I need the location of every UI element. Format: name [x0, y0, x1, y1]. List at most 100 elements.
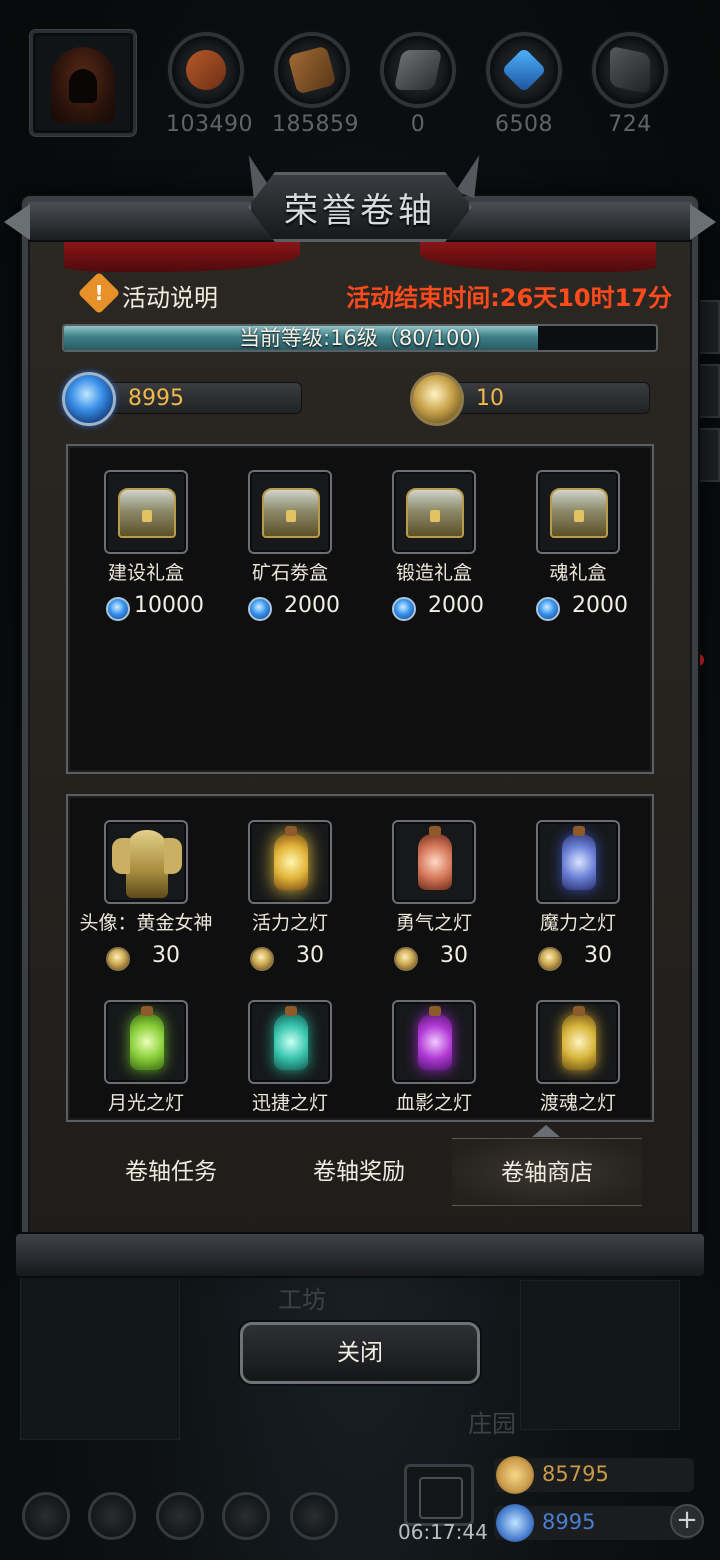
background-building	[520, 1280, 680, 1430]
resource-value: 0	[410, 112, 426, 137]
item-frame	[104, 470, 188, 554]
map-icon[interactable]	[290, 1492, 338, 1540]
item-price-value: 2000	[572, 593, 628, 618]
add-icon[interactable]: +	[670, 1504, 704, 1538]
shop-item[interactable]: 勇气之灯 30	[362, 820, 506, 973]
shop-item[interactable]: 迅捷之灯	[218, 1000, 362, 1115]
shop-item[interactable]: 月光之灯	[74, 1000, 218, 1115]
item-price-value: 10000	[134, 593, 204, 618]
shop-item[interactable]: 魔力之灯 30	[506, 820, 650, 973]
resource-bar: 103490 185859 0 6508 724	[0, 28, 720, 140]
gem-icon	[496, 1504, 534, 1542]
iron-ingot-icon	[393, 50, 443, 90]
item-price: 30	[218, 943, 362, 973]
item-price-value: 30	[152, 943, 180, 968]
stone-slab-icon	[610, 45, 650, 95]
item-name: 迅捷之灯	[251, 1092, 328, 1114]
cyan-lantern-icon	[274, 1006, 308, 1070]
event-end-time: 活动结束时间:26天10时17分	[346, 284, 672, 312]
item-frame	[392, 470, 476, 554]
resource-plank[interactable]: 185859	[272, 32, 358, 137]
red-curtain	[420, 242, 656, 272]
resource-value: 724	[608, 112, 652, 137]
item-price: 2000	[218, 593, 362, 623]
gift-box-item[interactable]: 建设礼盒 10000	[74, 470, 218, 623]
shop-item[interactable]: 活力之灯 30	[218, 820, 362, 973]
shop-item[interactable]: 头像：黄金女神 30	[74, 820, 218, 973]
item-frame	[392, 820, 476, 904]
side-tab[interactable]	[696, 300, 720, 354]
item-price-value: 2000	[428, 593, 484, 618]
side-tab[interactable]	[696, 428, 720, 482]
building-icon[interactable]	[156, 1492, 204, 1540]
item-frame	[536, 470, 620, 554]
side-tab[interactable]	[696, 364, 720, 418]
coin-icon	[250, 947, 274, 971]
item-price-value: 30	[296, 943, 324, 968]
gem-icon	[62, 372, 116, 426]
tab-scroll-rewards[interactable]: 卷轴奖励	[264, 1138, 454, 1206]
gift-box-item[interactable]: 锻造礼盒 2000	[362, 470, 506, 623]
item-name: 渡魂之灯	[539, 1092, 616, 1114]
coin-balance-value: 10	[476, 386, 504, 411]
hooded-figure-icon	[51, 47, 115, 123]
scroll-tabs: 卷轴任务 卷轴奖励 卷轴商店	[62, 1125, 658, 1206]
red-curtain	[64, 242, 300, 272]
coin-icon	[538, 947, 562, 971]
item-name: 建设礼盒	[107, 562, 184, 584]
resource-value: 103490	[166, 112, 253, 137]
warning-icon[interactable]: !	[77, 271, 121, 315]
item-price-value: 30	[584, 943, 612, 968]
gift-icon[interactable]	[404, 1464, 474, 1526]
dock-gold-balance: 85795	[494, 1456, 694, 1494]
tab-scroll-shop[interactable]: 卷轴商店	[452, 1125, 642, 1206]
gem-icon	[392, 597, 416, 621]
resource-wood[interactable]: 103490	[166, 32, 253, 137]
manor-label[interactable]: 庄园	[468, 1404, 516, 1439]
info-row: ! 活动说明 活动结束时间:26天10时17分	[77, 271, 672, 315]
gift-box-item[interactable]: 矿石劵盒 2000	[218, 470, 362, 623]
resource-crystal[interactable]: 6508	[484, 32, 564, 137]
gift-box-item[interactable]: 魂礼盒 2000	[506, 470, 650, 623]
resource-value: 6508	[495, 112, 553, 137]
background-building	[20, 1260, 180, 1440]
shop-item[interactable]: 渡魂之灯	[506, 1000, 650, 1115]
dock-gold-value: 85795	[542, 1462, 609, 1486]
settings-gear-icon[interactable]	[22, 1492, 70, 1540]
mail-icon[interactable]	[222, 1492, 270, 1540]
player-avatar[interactable]	[30, 30, 136, 136]
coin-balance: 10	[410, 372, 650, 426]
tab-label: 卷轴商店	[501, 1160, 593, 1186]
item-price: 2000	[506, 593, 650, 623]
achievement-star-icon[interactable]	[88, 1492, 136, 1540]
item-name: 活力之灯	[251, 912, 328, 934]
wood-log-icon	[186, 50, 226, 90]
item-frame	[104, 820, 188, 904]
item-price: 30	[74, 943, 218, 973]
yellow-lantern-icon	[274, 826, 308, 890]
gem-icon	[106, 597, 130, 621]
level-progress-bar: 当前等级:16级（80/100)	[62, 324, 658, 352]
gold-lantern-icon	[562, 1006, 596, 1070]
item-frame	[536, 820, 620, 904]
shop-item[interactable]: 血影之灯	[362, 1000, 506, 1115]
tab-scroll-tasks[interactable]: 卷轴任务	[76, 1138, 266, 1206]
red-lantern-icon	[418, 826, 452, 890]
item-name: 血影之灯	[395, 1092, 472, 1114]
gem-balance-value: 8995	[128, 386, 184, 411]
resource-stone[interactable]: 724	[590, 32, 670, 137]
item-price-value: 2000	[284, 593, 340, 618]
workshop-label[interactable]: 工坊	[278, 1280, 326, 1315]
gold-icon	[496, 1456, 534, 1494]
item-name: 头像：黄金女神	[79, 912, 213, 934]
item-name: 勇气之灯	[395, 912, 472, 934]
item-frame	[248, 820, 332, 904]
resource-iron[interactable]: 0	[378, 32, 458, 137]
close-button[interactable]: 关闭	[240, 1322, 480, 1384]
activity-info-link[interactable]: 活动说明	[122, 278, 218, 313]
dock-gem-value: 8995	[542, 1510, 596, 1534]
item-price: 2000	[362, 593, 506, 623]
item-frame	[536, 1000, 620, 1084]
treasure-chest-icon	[550, 488, 608, 538]
panel-title-plate: 荣誉卷轴	[248, 172, 472, 242]
